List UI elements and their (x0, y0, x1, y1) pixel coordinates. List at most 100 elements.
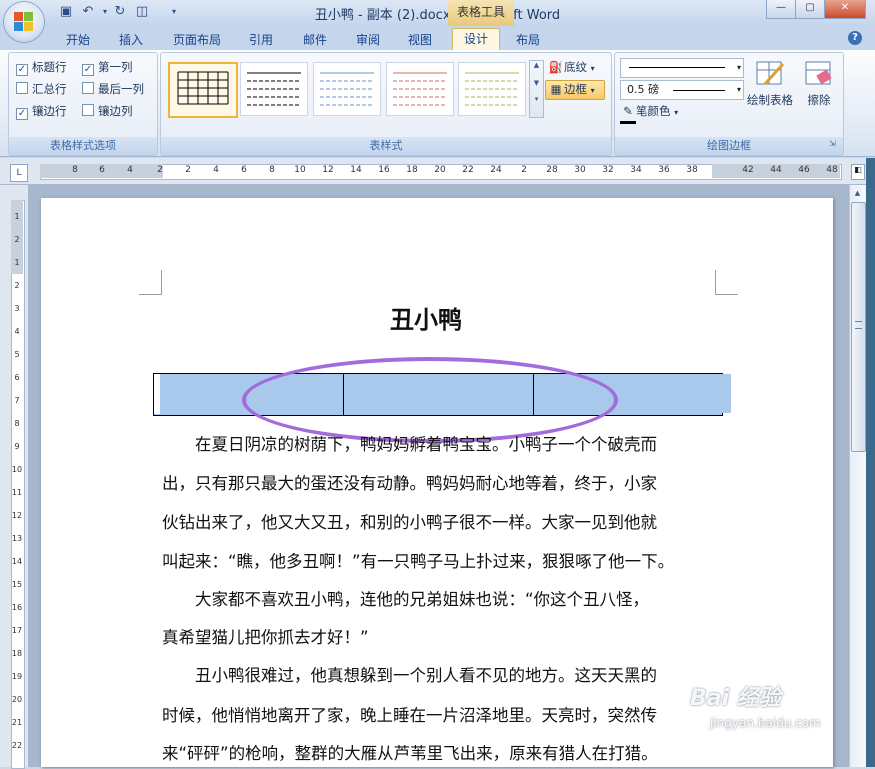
group-label: 绘图边框 (615, 137, 843, 155)
paragraph-line[interactable]: 来“砰砰”的枪响，整群的大雁从芦苇里飞出来，原来有猎人在打猎。 (162, 740, 722, 764)
gallery-scroll[interactable]: ▲ ▼ ▾ (529, 60, 544, 118)
ruler-number: 34 (630, 165, 642, 175)
green-style-preview-icon (465, 72, 519, 106)
blue-style-preview-icon (320, 72, 374, 106)
vertical-ruler-number: 9 (14, 442, 20, 451)
tab-layout[interactable]: 布局 (510, 30, 546, 50)
desktop-background-strip (866, 158, 875, 767)
line-weight-dropdown[interactable]: 0.5 磅 ▾ (620, 80, 744, 100)
gallery-down-icon[interactable]: ▼ (530, 79, 543, 87)
line-weight-sample (673, 90, 725, 91)
crop-mark (715, 270, 738, 295)
ruler-number: 32 (602, 165, 614, 175)
tab-references[interactable]: 引用 (243, 30, 279, 50)
paragraph-line[interactable]: 大家都不喜欢丑小鸭，连他的兄弟姐妹也说：“你这个丑八怪， (162, 586, 722, 610)
paragraph-line[interactable]: 出，只有那只最大的蛋还没有动静。鸭妈妈耐心地等着，终于，小家 (162, 470, 722, 494)
paint-bucket-icon: ⛽ (548, 60, 564, 74)
draw-table-button[interactable]: 绘制表格 (745, 58, 795, 108)
vertical-ruler-number: 15 (11, 580, 23, 589)
scrollbar-thumb[interactable] (851, 202, 866, 452)
table-selection-overflow (722, 374, 731, 413)
table-style-green[interactable] (458, 62, 526, 116)
paragraph-line[interactable]: 在夏日阴凉的树荫下，鸭妈妈孵着鸭宝宝。小鸭子一个个破壳而 (162, 431, 722, 455)
eraser-button[interactable]: 擦除 (794, 58, 844, 108)
paragraph-line[interactable]: 时候，他悄悄地离开了家，晚上睡在一片沼泽地里。天亮时，突然传 (162, 702, 722, 726)
office-button[interactable] (4, 2, 44, 42)
paragraph-line[interactable]: 叫起来：“瞧，他多丑啊！”有一只鸭子马上扑过来，狠狠啄了他一下。 (162, 548, 722, 572)
table-cell-gap (154, 374, 160, 414)
vertical-ruler-number: 22 (11, 741, 23, 750)
tab-mailings[interactable]: 邮件 (297, 30, 333, 50)
tab-insert[interactable]: 插入 (113, 30, 149, 50)
vertical-ruler-number: 1 (14, 212, 20, 221)
ruler-number: 8 (72, 165, 78, 175)
tab-page-layout[interactable]: 页面布局 (167, 30, 227, 50)
document-heading[interactable]: 丑小鸭 (390, 300, 462, 335)
plain-style-preview-icon (247, 72, 301, 106)
tab-review[interactable]: 审阅 (350, 30, 386, 50)
vertical-ruler-number: 1 (14, 258, 20, 267)
group-label: 表样式 (161, 137, 611, 155)
watermark: Bai 经验 jingyan.baidu.com (690, 680, 860, 740)
tab-selector[interactable]: L (10, 164, 28, 182)
checkbox-banded-rows[interactable]: ✓ 镶边行 (16, 103, 67, 120)
gallery-more-icon[interactable]: ▾ (530, 95, 543, 103)
ruler-number: 20 (434, 165, 446, 175)
vertical-ruler-number: 19 (11, 672, 23, 681)
chevron-down-icon: ▾ (736, 85, 741, 94)
ruler-number: 2 (185, 165, 191, 175)
vertical-ruler-number: 5 (14, 350, 20, 359)
ruler-number: 6 (241, 165, 247, 175)
ruler-number: 18 (406, 165, 418, 175)
close-button[interactable]: ✕ (824, 0, 866, 19)
borders-button[interactable]: ▦ 边框 ▾ (548, 79, 595, 99)
tab-home[interactable]: 开始 (60, 30, 96, 50)
office-logo-icon (14, 12, 34, 32)
line-style-dropdown[interactable]: ▾ (620, 58, 744, 78)
paragraph-line[interactable]: 真希望猫儿把你抓去才好！” (162, 624, 722, 648)
checkbox-header-row[interactable]: ✓ 标题行 (16, 59, 67, 76)
checkbox-banded-columns[interactable]: 镶边列 (82, 103, 133, 119)
vertical-ruler-number: 12 (11, 511, 23, 520)
ruler-number: 46 (798, 165, 810, 175)
vertical-ruler-number: 8 (14, 419, 20, 428)
table-style-red[interactable] (386, 62, 454, 116)
ruler-number: 16 (378, 165, 390, 175)
help-icon[interactable]: ? (848, 31, 862, 45)
crop-mark (139, 270, 162, 295)
table-style-blue[interactable] (313, 62, 381, 116)
checkbox-last-column[interactable]: 最后一列 (82, 81, 144, 97)
ruler-number: 28 (546, 165, 558, 175)
group-label: 表格样式选项 (9, 137, 157, 155)
vertical-ruler-number: 18 (11, 649, 23, 658)
ruler-number: 4 (213, 165, 219, 175)
tab-view[interactable]: 视图 (402, 30, 438, 50)
dialog-launcher-icon[interactable]: ⇲ (829, 139, 836, 148)
border-grid-icon: ▦ (550, 82, 562, 96)
ruler-number: 30 (574, 165, 586, 175)
eraser-icon (804, 58, 834, 88)
table-style-grid[interactable] (168, 62, 238, 118)
checkbox-first-column[interactable]: ✓ 第一列 (82, 59, 133, 76)
ruler-number: 22 (462, 165, 474, 175)
ruler-number: 38 (686, 165, 698, 175)
pen-color-button[interactable]: ✎ 笔颜色 ▾ (620, 101, 678, 124)
ruler-number: 2 (521, 165, 527, 175)
vertical-ruler-number: 2 (14, 235, 20, 244)
view-ruler-icon[interactable]: ◧ (851, 164, 865, 180)
shading-button[interactable]: ⛽底纹 ▾ (548, 57, 595, 77)
checkbox-total-row[interactable]: 汇总行 (16, 81, 67, 97)
line-sample (629, 67, 725, 68)
scroll-up-icon[interactable]: ▲ (849, 185, 866, 201)
tab-design[interactable]: 设计 (452, 28, 500, 51)
vertical-ruler-number: 14 (11, 557, 23, 566)
table-style-plain[interactable] (240, 62, 308, 116)
ruler-number: 42 (742, 165, 754, 175)
paragraph-line[interactable]: 伙钻出来了，他又大又丑，和别的小鸭子很不一样。大家一见到他就 (162, 509, 722, 533)
maximize-button[interactable]: ▢ (795, 0, 825, 19)
minimize-button[interactable]: — (766, 0, 796, 19)
paragraph-line[interactable]: 丑小鸭很难过，他真想躲到一个别人看不见的地方。这天天黑的 (162, 662, 722, 686)
gallery-up-icon[interactable]: ▲ (530, 61, 543, 69)
grip-icon (855, 321, 862, 329)
ruler-number: 12 (322, 165, 334, 175)
